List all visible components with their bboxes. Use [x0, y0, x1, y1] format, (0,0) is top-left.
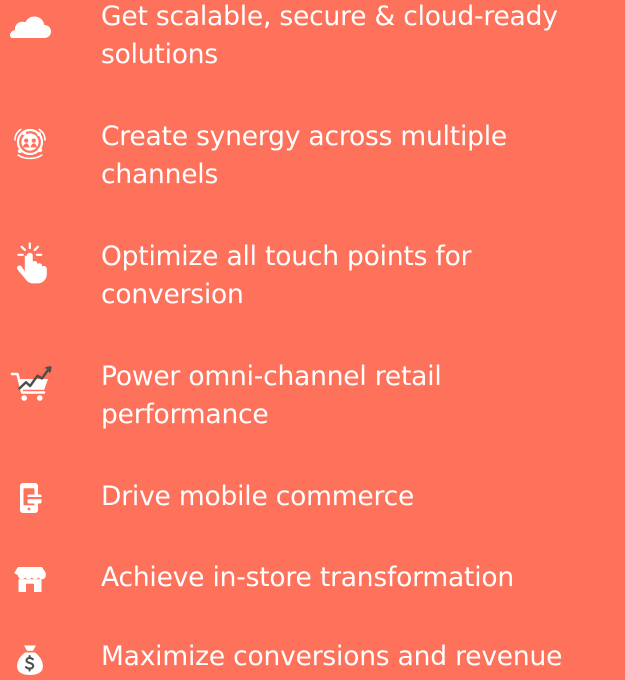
people-network-icon: [8, 120, 52, 164]
mobile-card-icon: [8, 476, 52, 520]
feature-text: Achieve in-store transformation: [101, 562, 514, 593]
feature-text: Optimize all touch points for conversion: [101, 241, 472, 310]
feature-text: Power omni-channel retail performance: [101, 361, 442, 430]
money-bag-icon: [8, 636, 52, 680]
feature-text: Get scalable, secure & cloud-ready solut…: [101, 1, 558, 70]
feature-text: Drive mobile commerce: [101, 481, 415, 512]
storefront-icon: [8, 557, 52, 601]
feature-text: Create synergy across multiple channels: [101, 121, 508, 190]
cart-growth-icon: [8, 361, 52, 405]
tap-hand-icon: [8, 240, 52, 284]
feature-text: Maximize conversions and revenue: [101, 641, 563, 672]
feature-list: Get scalable, secure & cloud-ready solut…: [0, 0, 625, 675]
cloud-icon: [8, 6, 52, 50]
